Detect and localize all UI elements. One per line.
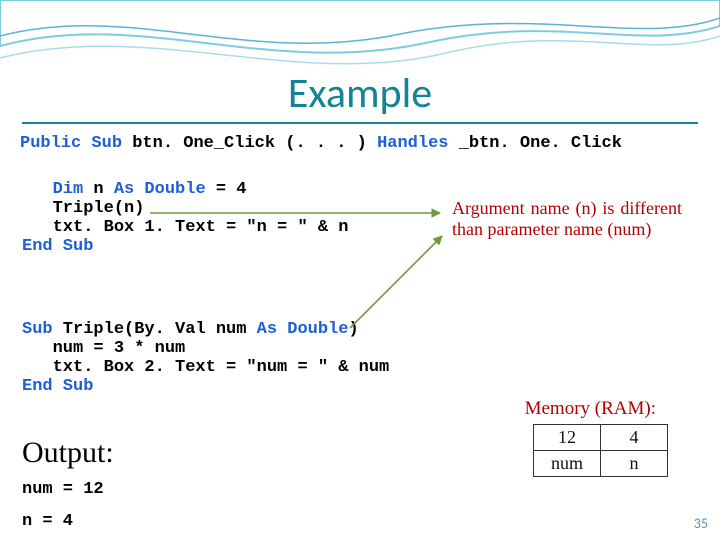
output-heading: Output: (22, 436, 114, 470)
memory-cell-value: 12 (534, 425, 601, 451)
output-line: num = 12 (22, 480, 104, 499)
memory-label: Memory (RAM): (525, 398, 656, 420)
slide-number: 35 (694, 515, 708, 532)
memory-table: 12 4 num n (533, 424, 668, 477)
output-line: n = 4 (22, 512, 73, 531)
callout-text: Argument name (n) is different than para… (452, 198, 682, 240)
memory-cell-name: n (601, 451, 668, 477)
memory-cell-value: 4 (601, 425, 668, 451)
memory-cell-name: num (534, 451, 601, 477)
